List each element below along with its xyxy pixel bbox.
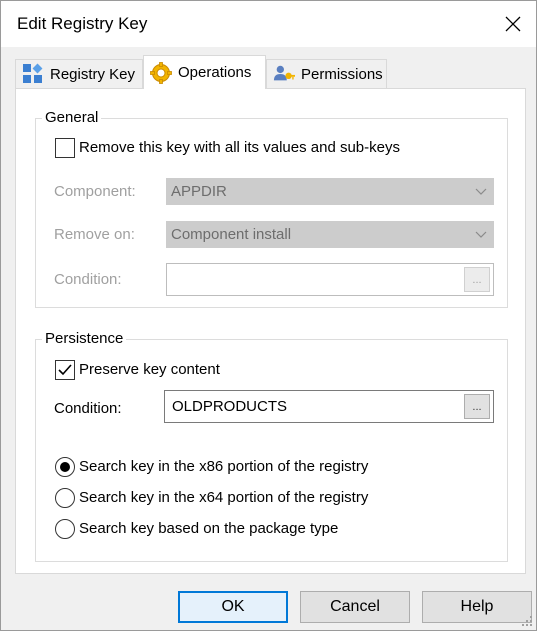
help-button[interactable]: Help: [422, 591, 532, 623]
tab-registry-key-label: Registry Key: [50, 65, 136, 83]
dialog-title: Edit Registry Key: [17, 14, 148, 33]
persistence-condition-field[interactable]: OLDPRODUCTS ...: [164, 390, 494, 423]
general-condition-label: Condition:: [54, 271, 122, 288]
persistence-condition-value[interactable]: OLDPRODUCTS: [172, 398, 287, 415]
tab-operations[interactable]: Operations: [143, 55, 266, 89]
ok-button[interactable]: OK: [178, 591, 288, 623]
persistence-group-title: Persistence: [42, 330, 127, 347]
permissions-icon: [273, 63, 295, 85]
persistence-condition-browse-button[interactable]: ...: [464, 394, 490, 419]
preserve-key-label[interactable]: Preserve key content: [79, 361, 220, 378]
title-bar[interactable]: Edit Registry Key: [1, 1, 536, 47]
chevron-down-icon: [475, 188, 487, 195]
general-group: General Remove this key with all its val…: [35, 109, 508, 308]
chevron-down-icon: [475, 231, 487, 238]
tab-registry-key[interactable]: Registry Key: [15, 59, 143, 88]
tab-permissions-label: Permissions: [301, 65, 383, 83]
remove-on-value: Component install: [171, 226, 292, 243]
resize-grip-icon[interactable]: [521, 615, 533, 627]
remove-on-label: Remove on:: [54, 226, 135, 243]
radio-x64-label[interactable]: Search key in the x64 portion of the reg…: [79, 489, 368, 506]
preserve-key-checkbox[interactable]: [55, 360, 75, 380]
general-condition-browse-button: ...: [464, 267, 490, 292]
component-value: APPDIR: [171, 183, 227, 200]
registry-key-icon: [22, 63, 44, 85]
checkmark-icon: [58, 364, 72, 376]
radio-x64[interactable]: [55, 488, 75, 508]
tab-strip: Registry Key Operations Permissions: [1, 55, 536, 89]
radio-package-type-label[interactable]: Search key based on the package type: [79, 520, 338, 537]
remove-on-combo: Component install: [166, 221, 494, 248]
operations-panel: General Remove this key with all its val…: [15, 88, 526, 574]
component-combo: APPDIR: [166, 178, 494, 205]
gear-icon: [150, 61, 172, 84]
close-button[interactable]: [490, 1, 536, 47]
tab-permissions[interactable]: Permissions: [266, 59, 387, 88]
radio-x86[interactable]: [55, 457, 75, 477]
edit-registry-key-dialog: Edit Registry Key Registry Key Operation…: [0, 0, 537, 631]
radio-selected-dot: [60, 462, 70, 472]
cancel-button[interactable]: Cancel: [300, 591, 410, 623]
close-icon: [505, 16, 521, 32]
component-label: Component:: [54, 183, 136, 200]
remove-key-label[interactable]: Remove this key with all its values and …: [79, 139, 400, 156]
remove-key-checkbox[interactable]: [55, 138, 75, 158]
general-group-title: General: [42, 109, 102, 126]
general-condition-field: ...: [166, 263, 494, 296]
radio-x86-label[interactable]: Search key in the x86 portion of the reg…: [79, 458, 368, 475]
persistence-condition-label: Condition:: [54, 400, 122, 417]
persistence-group: Persistence Preserve key content Conditi…: [35, 330, 508, 562]
radio-package-type[interactable]: [55, 519, 75, 539]
tab-operations-label: Operations: [178, 64, 252, 81]
